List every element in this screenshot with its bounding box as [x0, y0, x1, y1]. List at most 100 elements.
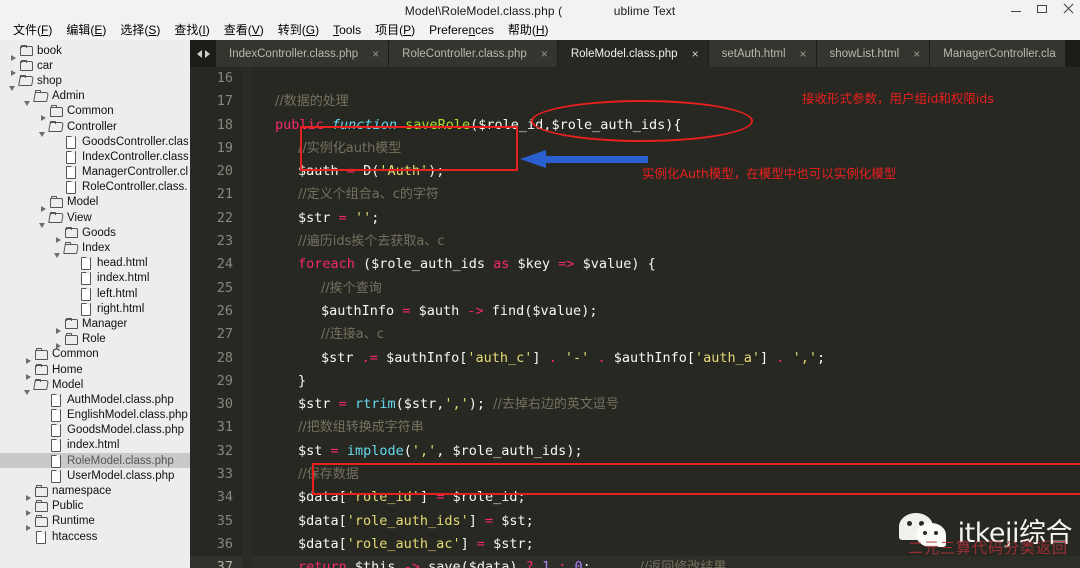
- tree-file-item[interactable]: ManagerController.class.php: [0, 165, 190, 180]
- tree-file-item[interactable]: index.html: [0, 271, 190, 286]
- tree-folder-item[interactable]: Common: [0, 347, 190, 365]
- code-line[interactable]: [251, 67, 1080, 90]
- minimize-icon[interactable]: [1010, 3, 1022, 15]
- tree-folder-item[interactable]: shop: [0, 73, 190, 91]
- code-token: 'auth_a': [695, 349, 761, 366]
- tree-file-item[interactable]: right.html: [0, 301, 190, 316]
- code-line[interactable]: $st = implode(',', $role_auth_ids);: [251, 440, 1080, 463]
- tree-folder-item[interactable]: Manager: [0, 316, 190, 334]
- code-line[interactable]: //保存数据: [251, 463, 1080, 486]
- menu-item-9[interactable]: 帮助(H): [501, 21, 556, 40]
- editor-tab[interactable]: RoleModel.class.php ×: [557, 40, 708, 67]
- code-token: ;: [816, 349, 826, 366]
- code-token: $data: [298, 512, 339, 529]
- code-line[interactable]: public function saveRole($role_id,$role_…: [251, 114, 1080, 137]
- tree-file-item[interactable]: RoleController.class.php: [0, 180, 190, 195]
- editor-tab[interactable]: IndexController.class.php ×: [216, 40, 389, 67]
- tree-folder-item[interactable]: Controller: [0, 119, 190, 137]
- tree-folder-item[interactable]: Admin: [0, 89, 190, 107]
- tree-folder-item[interactable]: Goods: [0, 225, 190, 243]
- editor-tab[interactable]: setAuth.html ×: [708, 40, 816, 67]
- code-line[interactable]: $authInfo = $auth -> find($value);: [251, 300, 1080, 323]
- tree-folder-item[interactable]: car: [0, 58, 190, 76]
- tab-close-icon[interactable]: ×: [913, 47, 920, 61]
- tab-close-icon[interactable]: ×: [372, 47, 379, 61]
- tree-file-item[interactable]: index.html: [0, 438, 190, 453]
- code-line[interactable]: //遍历ids挨个去获取a、c: [251, 230, 1080, 253]
- code-line[interactable]: //把数组转换成字符串: [251, 416, 1080, 439]
- code-line[interactable]: $str = '';: [251, 207, 1080, 230]
- tree-file-item[interactable]: RoleModel.class.php: [0, 453, 190, 469]
- tree-folder-item[interactable]: Model: [0, 195, 190, 213]
- code-line[interactable]: $data['role_id'] = $role_id;: [251, 486, 1080, 509]
- tree-folder-item[interactable]: book: [0, 43, 190, 61]
- file-icon: [79, 302, 94, 316]
- file-tree-sidebar[interactable]: book car shop Admin Common Controller GoodsCon…: [0, 40, 190, 568]
- tab-nav-arrows[interactable]: [190, 40, 216, 67]
- menu-item-3[interactable]: 查找(I): [167, 21, 216, 40]
- menu-item-2[interactable]: 选择(S): [113, 21, 167, 40]
- code-line[interactable]: //实例化auth模型: [251, 137, 1080, 160]
- tree-file-item[interactable]: left.html: [0, 286, 190, 301]
- tree-item-label: View: [67, 211, 92, 224]
- menu-item-4[interactable]: 查看(V): [217, 21, 271, 40]
- tree-file-item[interactable]: UserModel.class.php: [0, 468, 190, 483]
- maximize-icon[interactable]: [1036, 3, 1048, 15]
- chevron-right-icon[interactable]: [204, 49, 210, 58]
- code-line[interactable]: //数据的处理: [251, 90, 1080, 113]
- editor-tab-label: showList.html: [829, 47, 900, 60]
- line-number: 23: [216, 233, 233, 250]
- code-token: //去掉右边的英文逗号: [493, 397, 619, 413]
- code-token: [: [338, 535, 347, 552]
- tree-file-item[interactable]: EnglishModel.class.php: [0, 408, 190, 423]
- tree-item-label: Common: [52, 348, 99, 361]
- tree-folder-item[interactable]: Role: [0, 332, 190, 350]
- tree-file-item[interactable]: GoodsController.class.php: [0, 134, 190, 149]
- tab-close-icon[interactable]: ×: [692, 47, 699, 61]
- menu-item-5[interactable]: 转到(G): [271, 21, 326, 40]
- menu-item-8[interactable]: Preferences: [422, 21, 501, 40]
- tree-item-label: index.html: [67, 439, 120, 452]
- code-token: ;: [517, 489, 526, 506]
- line-number: 30: [216, 396, 233, 413]
- editor-tab[interactable]: ManagerController.cla: [930, 40, 1065, 67]
- line-number: 37: [190, 556, 242, 568]
- code-line[interactable]: $str .= $authInfo['auth_c'] . '-' . $aut…: [251, 347, 1080, 370]
- code-lines[interactable]: //数据的处理 public function saveRole($role_id…: [251, 67, 1080, 568]
- menu-item-7[interactable]: 项目(P): [368, 21, 422, 40]
- menu-item-0[interactable]: 文件(F): [6, 21, 59, 40]
- tree-file-item[interactable]: IndexController.class.php: [0, 149, 190, 164]
- code-token: ;: [525, 535, 534, 552]
- code-line[interactable]: }: [251, 370, 1080, 393]
- code-line[interactable]: $str = rtrim($str,','); //去掉右边的英文逗号: [251, 393, 1080, 416]
- editor-tab[interactable]: showList.html ×: [816, 40, 930, 67]
- menu-item-6[interactable]: Tools: [326, 21, 368, 40]
- code-token: ]: [460, 535, 477, 552]
- tree-folder-item[interactable]: View: [0, 210, 190, 228]
- code-token: $st: [298, 442, 323, 459]
- code-token: $str: [298, 396, 331, 413]
- tree-folder-item[interactable]: Index: [0, 240, 190, 259]
- chevron-left-icon[interactable]: [196, 49, 202, 58]
- code-line[interactable]: $auth = D('Auth');: [251, 160, 1080, 183]
- tree-item-label: Runtime: [52, 515, 95, 528]
- close-icon[interactable]: [1062, 3, 1074, 15]
- menu-item-1[interactable]: 编辑(E): [59, 21, 113, 40]
- tree-item-label: book: [37, 44, 62, 57]
- code-fold-rail[interactable]: [242, 67, 251, 568]
- folder-icon: [34, 485, 49, 498]
- code-view[interactable]: 16 17 18 19 20 21 22 23 24 25 26 27 28 29 30 31 32 33 34 35…: [190, 67, 1080, 568]
- code-line[interactable]: $data['role_auth_ids'] = $st;: [251, 510, 1080, 533]
- tab-close-icon[interactable]: ×: [541, 47, 548, 61]
- tree-file-item[interactable]: head.html: [0, 256, 190, 271]
- code-line[interactable]: //挨个查询: [251, 277, 1080, 300]
- code-line[interactable]: //连接a、c: [251, 323, 1080, 346]
- code-line[interactable]: foreach ($role_auth_ids as $key => $valu…: [251, 253, 1080, 276]
- folder-icon: [64, 226, 79, 239]
- tree-file-item[interactable]: GoodsModel.class.php: [0, 423, 190, 438]
- tab-close-icon[interactable]: ×: [800, 47, 807, 61]
- tree-folder-item[interactable]: namespace: [0, 483, 190, 502]
- code-line[interactable]: //定义个组合a、c的字符: [251, 183, 1080, 206]
- editor-tab[interactable]: RoleController.class.php ×: [389, 40, 557, 67]
